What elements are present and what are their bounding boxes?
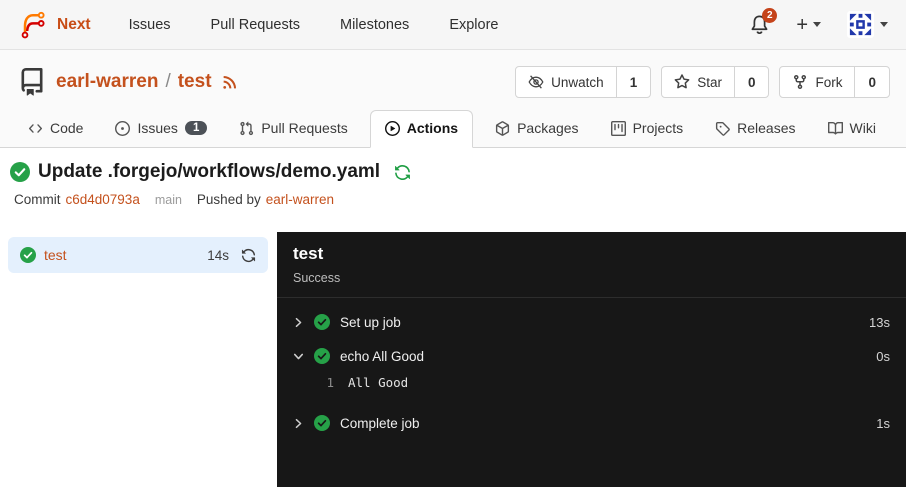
step-name: echo All Good [340, 349, 424, 364]
repo-header: earl-warren / test [0, 50, 906, 148]
repo-action-buttons: Unwatch 1 Star 0 [515, 66, 890, 98]
panel-job-name: test [293, 244, 890, 264]
branch-name[interactable]: main [155, 193, 182, 207]
brand-label: Next [57, 16, 91, 34]
tab-actions[interactable]: Actions [370, 110, 473, 148]
rss-feed-icon[interactable] [221, 74, 238, 91]
tab-activity[interactable]: Activity [898, 111, 906, 147]
package-icon [495, 121, 510, 136]
plus-icon: + [796, 15, 808, 35]
nav-item-issues[interactable]: Issues [129, 17, 171, 33]
create-new-menu[interactable]: + [796, 15, 821, 35]
run-title-row: Update .forgejo/workflows/demo.yaml [0, 148, 906, 183]
log-line-text: All Good [348, 375, 408, 390]
pusher-link[interactable]: earl-warren [266, 192, 334, 207]
step-row-complete-job[interactable]: Complete job 1s [277, 406, 906, 440]
log-panel-header: test Success [277, 232, 906, 298]
home-link[interactable]: Next [18, 10, 91, 40]
tab-issues[interactable]: Issues 1 [105, 111, 217, 147]
step-duration: 1s [876, 416, 890, 431]
success-check-icon [314, 415, 330, 431]
success-check-icon [314, 314, 330, 330]
pushed-by-label: Pushed by [197, 192, 261, 207]
tab-pull-requests[interactable]: Pull Requests [229, 111, 357, 147]
tab-releases[interactable]: Releases [705, 111, 805, 147]
tab-code[interactable]: Code [18, 111, 93, 147]
tab-packages[interactable]: Packages [485, 111, 588, 147]
step-row-echo-all-good[interactable]: echo All Good 0s [277, 339, 906, 373]
log-line-number[interactable]: 1 [320, 375, 334, 390]
book-icon [828, 121, 843, 136]
panel-job-status: Success [293, 271, 890, 285]
forgejo-logo-icon [18, 10, 48, 40]
commit-label: Commit [14, 192, 61, 207]
log-line: 1 All Good [277, 373, 906, 398]
project-icon [611, 121, 626, 136]
navbar-right: 2 + [749, 11, 888, 38]
nav-item-milestones[interactable]: Milestones [340, 17, 409, 33]
git-pull-request-icon [239, 121, 254, 136]
rerun-all-icon[interactable] [394, 164, 411, 181]
step-row-setup-job[interactable]: Set up job 13s [277, 305, 906, 339]
avatar [847, 11, 874, 38]
job-duration: 14s [207, 248, 229, 263]
notification-count-badge: 2 [762, 8, 777, 23]
star-label: Star [697, 75, 722, 90]
unwatch-button[interactable]: Unwatch 1 [515, 66, 651, 98]
breadcrumb: earl-warren / test [56, 71, 212, 93]
job-log-panel: test Success [277, 232, 906, 487]
code-icon [28, 121, 43, 136]
fork-button[interactable]: Fork 0 [779, 66, 890, 98]
nav-item-explore[interactable]: Explore [449, 17, 498, 33]
chevron-down-icon [880, 22, 888, 27]
user-menu[interactable] [847, 11, 888, 38]
top-navbar: Next Issues Pull Requests Milestones Exp… [0, 0, 906, 50]
nav-links: Issues Pull Requests Milestones Explore [129, 17, 499, 33]
step-name: Complete job [340, 416, 420, 431]
steps-list: Set up job 13s [277, 298, 906, 440]
notifications-button[interactable]: 2 [749, 14, 770, 35]
star-icon [674, 74, 690, 90]
star-button[interactable]: Star 0 [661, 66, 769, 98]
issue-opened-icon [115, 121, 130, 136]
run-meta: Commit c6d4d0793a main Pushed by earl-wa… [0, 183, 906, 207]
step-duration: 0s [876, 349, 890, 364]
eye-slash-icon [528, 74, 544, 90]
chevron-right-icon [293, 317, 304, 328]
breadcrumb-separator: / [165, 71, 170, 93]
tag-icon [715, 121, 730, 136]
step-name: Set up job [340, 315, 401, 330]
actions-run-view: Update .forgejo/workflows/demo.yaml Comm… [0, 148, 906, 487]
watch-count[interactable]: 1 [616, 67, 651, 97]
issues-count-badge: 1 [185, 121, 207, 135]
forgejo-actions-page: Next Issues Pull Requests Milestones Exp… [0, 0, 906, 487]
run-body: test 14s test Success [0, 232, 906, 487]
rerun-job-icon[interactable] [241, 248, 256, 263]
success-check-icon [20, 247, 36, 263]
repo-icon [18, 68, 46, 96]
fork-count[interactable]: 0 [854, 67, 889, 97]
chevron-down-icon [813, 22, 821, 27]
success-check-icon [314, 348, 330, 364]
repo-owner-link[interactable]: earl-warren [56, 71, 158, 93]
tab-wiki[interactable]: Wiki [818, 111, 886, 147]
chevron-right-icon [293, 418, 304, 429]
repo-name-link[interactable]: test [178, 71, 212, 93]
job-list-item[interactable]: test 14s [8, 237, 268, 273]
step-duration: 13s [869, 315, 890, 330]
nav-item-pull-requests[interactable]: Pull Requests [211, 17, 300, 33]
commit-hash-link[interactable]: c6d4d0793a [66, 192, 140, 207]
fork-icon [792, 74, 808, 90]
success-check-icon [10, 162, 30, 182]
star-count[interactable]: 0 [734, 67, 769, 97]
job-name: test [44, 247, 67, 263]
jobs-list: test 14s [0, 232, 277, 487]
play-circle-icon [385, 121, 400, 136]
chevron-down-icon [293, 351, 304, 362]
unwatch-label: Unwatch [551, 75, 604, 90]
repo-tabs: Code Issues 1 Pull Requests [0, 98, 906, 148]
tab-projects[interactable]: Projects [601, 111, 694, 147]
run-title: Update .forgejo/workflows/demo.yaml [38, 161, 380, 183]
fork-label: Fork [815, 75, 842, 90]
